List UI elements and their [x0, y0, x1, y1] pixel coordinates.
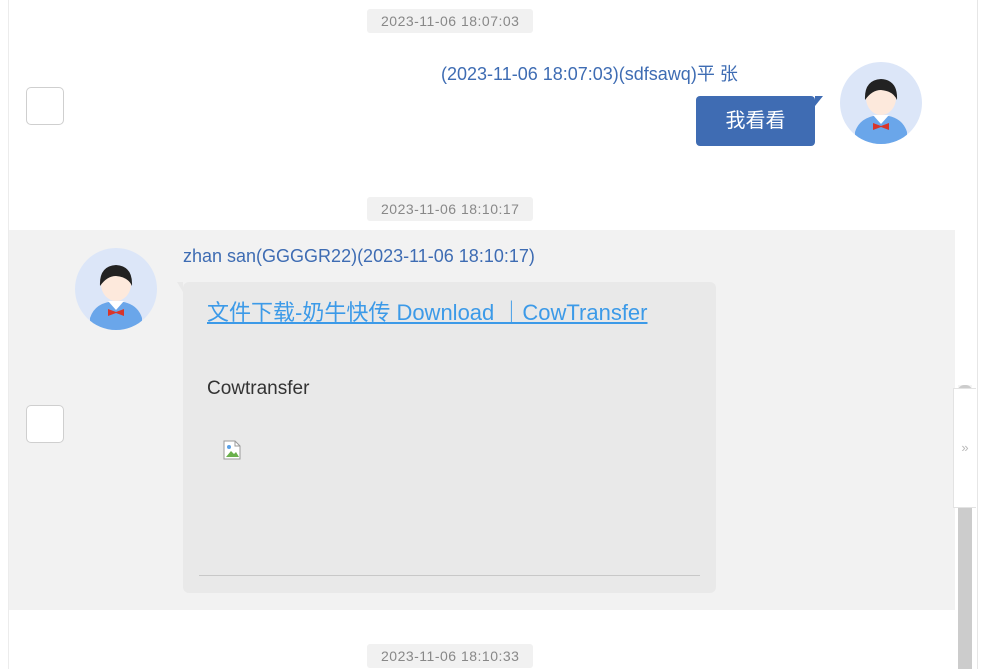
- timestamp-divider: 2023-11-06 18:07:03: [367, 9, 534, 33]
- message-select-checkbox[interactable]: [26, 405, 64, 443]
- link-preview-title[interactable]: 文件下载-奶牛快传 Download ｜CowTransfer: [207, 294, 697, 331]
- message-text: 我看看: [725, 110, 786, 132]
- link-preview-card[interactable]: 文件下载-奶牛快传 Download ｜CowTransfer Cowtrans…: [177, 282, 716, 593]
- expand-panel-icon[interactable]: »: [953, 388, 976, 508]
- message-select-checkbox[interactable]: [26, 87, 64, 125]
- sender-header: (2023-11-06 18:07:03)(sdfsawq)平 张: [441, 64, 738, 84]
- avatar-icon[interactable]: [840, 62, 922, 144]
- timestamp-divider: 2023-11-06 18:10:33: [367, 644, 534, 668]
- timestamp-divider: 2023-11-06 18:10:17: [367, 197, 534, 221]
- sender-header: zhan san(GGGGR22)(2023-11-06 18:10:17): [183, 246, 535, 266]
- card-divider: [199, 575, 700, 576]
- avatar-icon-graphic: [855, 79, 907, 144]
- avatar-icon-graphic: [90, 265, 142, 330]
- broken-image-icon: [223, 440, 241, 460]
- message-bubble[interactable]: 我看看: [696, 96, 823, 146]
- link-preview-description: Cowtransfer: [207, 378, 310, 399]
- avatar-icon[interactable]: [75, 248, 157, 330]
